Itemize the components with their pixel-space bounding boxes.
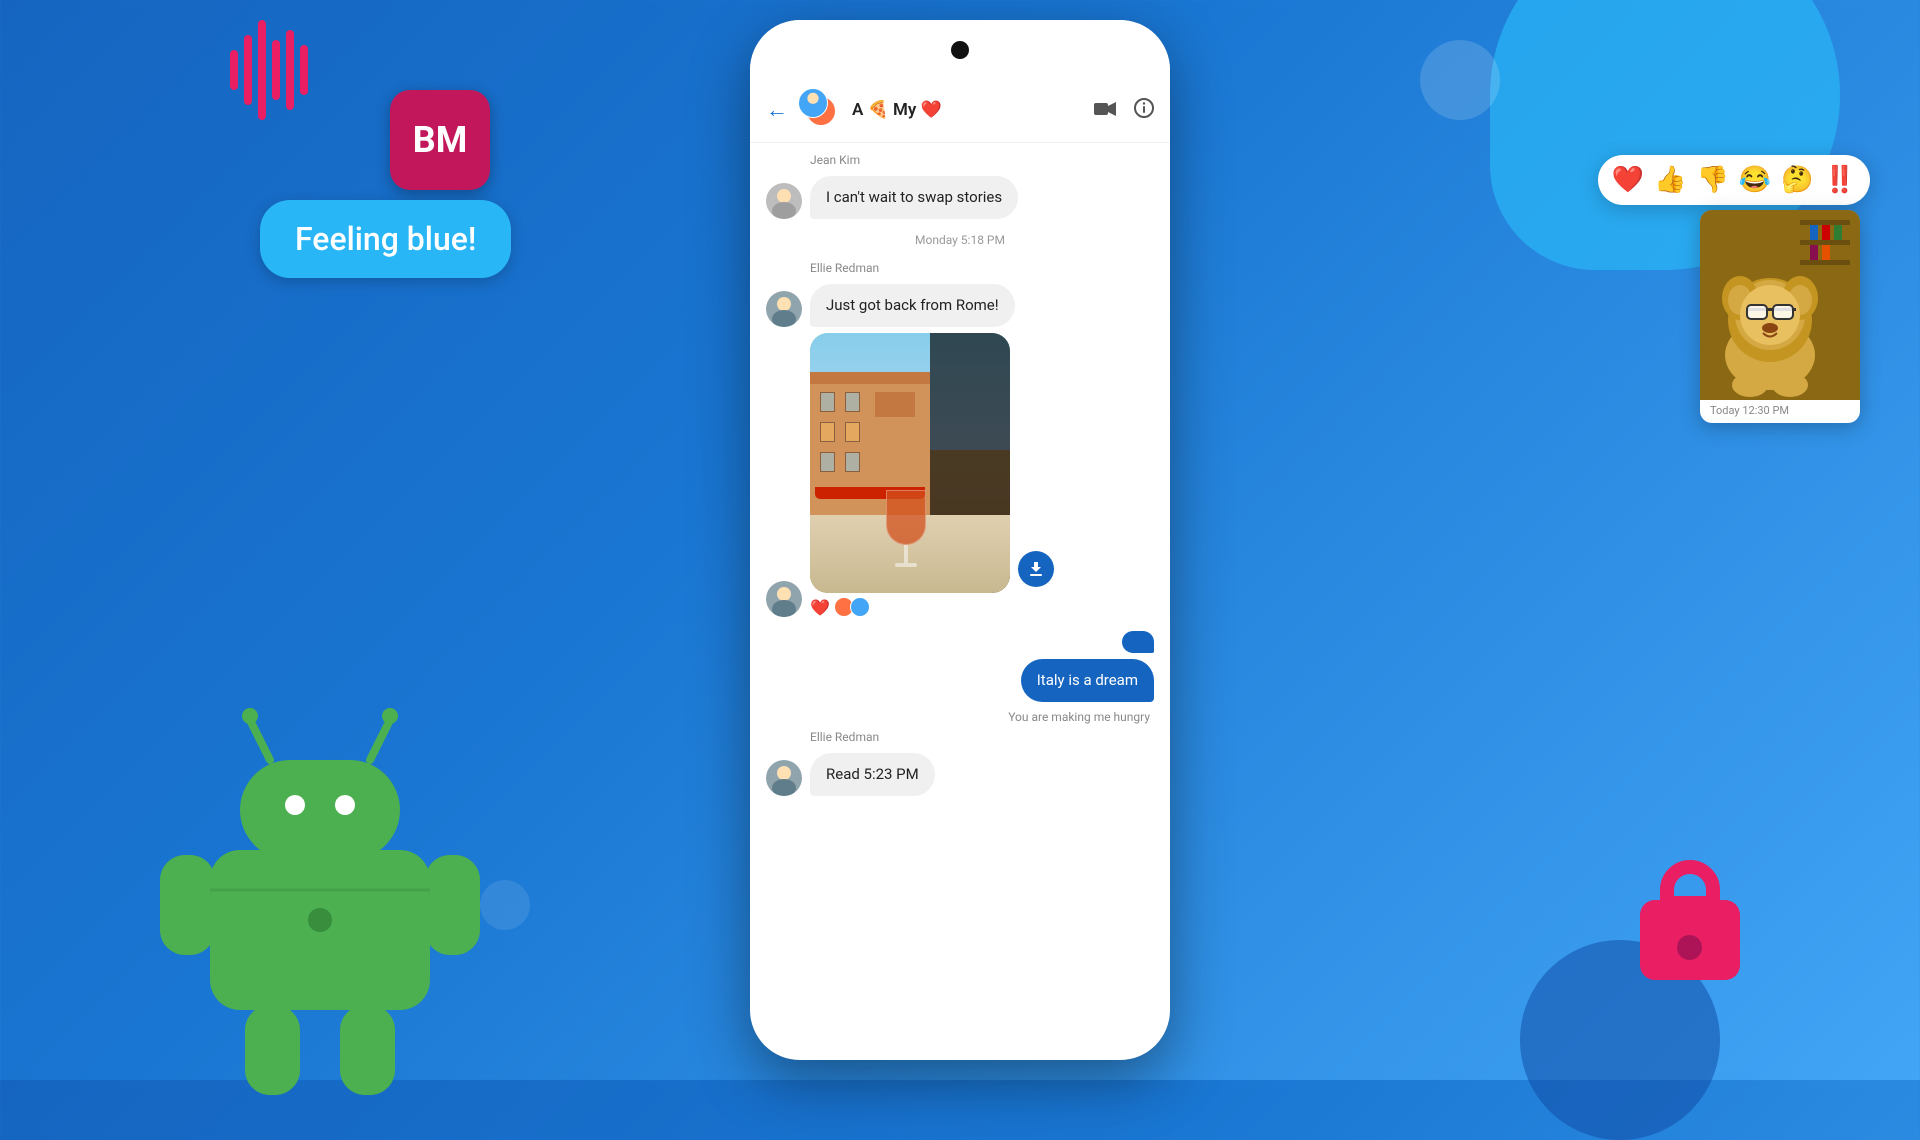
header-group-label: A 🍕 My ❤️ [852, 100, 942, 120]
photo-message: ❤️ [810, 333, 1010, 617]
bubble-jean-kim: I can't wait to swap stories [810, 176, 1018, 219]
chat-body: Jean Kim I can't wait to swap stories Mo… [750, 143, 1170, 1060]
emoji-think[interactable]: 🤔 [1781, 165, 1813, 195]
sound-bar-6 [300, 45, 308, 95]
emoji-thumbs-up[interactable]: 👍 [1654, 165, 1686, 195]
header-avatar-group: A 🍕 My ❤️ [798, 88, 1094, 132]
emoji-heart[interactable]: ❤️ [1612, 165, 1644, 195]
message-row-2: Just got back from Rome! [766, 284, 1154, 327]
bubble-italy-dream [1122, 631, 1154, 653]
sound-bar-1 [230, 50, 238, 90]
deco-circle-top [1420, 40, 1500, 120]
dog-photo-image [1700, 210, 1860, 400]
feeling-blue-bubble: Feeling blue! [260, 200, 511, 278]
sound-wave [230, 20, 308, 120]
lock-shape [1640, 860, 1740, 980]
read-receipt: You are making me hungry [766, 710, 1150, 724]
bubble-pasta: Read 5:23 PM [810, 753, 935, 796]
bottom-spacer [766, 802, 1154, 822]
avatar-front [798, 88, 828, 118]
bm-app-icon: BM [390, 90, 490, 190]
bm-icon-text: BM [413, 119, 468, 161]
photo-scene [810, 333, 1010, 593]
info-icon[interactable] [1134, 98, 1154, 123]
emoji-thumbs-down[interactable]: 👎 [1697, 165, 1729, 195]
video-call-icon[interactable] [1094, 98, 1116, 123]
sender-jean-kim: Jean Kim [810, 153, 1154, 167]
photo-bubble [810, 333, 1010, 593]
message-row-pasta: Read 5:23 PM [766, 753, 1154, 796]
sound-bar-5 [286, 30, 294, 110]
msg-text-pasta: Read 5:23 PM [826, 765, 919, 783]
phone-notch [750, 20, 1170, 80]
chat-header: ← A 🍕 My ❤️ [750, 80, 1170, 143]
message-row-sent-2: Italy is a dream [766, 659, 1154, 702]
lock-body [1640, 900, 1740, 980]
message-row-photo: ❤️ [766, 333, 1154, 617]
sound-bar-2 [244, 35, 252, 105]
phone-camera [951, 41, 969, 59]
lock-keyhole [1677, 935, 1702, 960]
sound-bar-4 [272, 40, 280, 100]
heart-reaction: ❤️ [810, 598, 830, 617]
bubble-ellie-rome: Just got back from Rome! [810, 284, 1015, 327]
timestamp-monday: Monday 5:18 PM [766, 233, 1154, 247]
dog-card-timestamp: Today 12:30 PM [1700, 400, 1860, 423]
msg-text-2: Just got back from Rome! [826, 296, 999, 314]
ellie-redman-avatar-1 [766, 291, 802, 327]
reaction-avatar-2 [850, 597, 870, 617]
msg-text-1: I can't wait to swap stories [826, 188, 1002, 206]
phone-frame: ← A 🍕 My ❤️ [750, 20, 1170, 1060]
sound-bar-3 [258, 20, 266, 120]
dog-photo-card: Today 12:30 PM [1700, 210, 1860, 423]
ellie-redman-avatar-2 [766, 581, 802, 617]
avatar-stack [798, 88, 842, 132]
jean-kim-avatar [766, 183, 802, 219]
reaction-avatars [834, 597, 870, 617]
emoji-laugh[interactable]: 😂 [1739, 165, 1771, 195]
message-row-1: I can't wait to swap stories [766, 176, 1154, 219]
dog-timestamp-text: Today 12:30 PM [1710, 404, 1789, 417]
sender-ellie-redman-2: Ellie Redman [810, 730, 1154, 744]
reaction-row: ❤️ [810, 597, 1010, 617]
header-icons [1094, 98, 1154, 123]
download-button[interactable] [1018, 551, 1054, 587]
sender-ellie-redman-1: Ellie Redman [810, 261, 1154, 275]
ellie-redman-avatar-3 [766, 760, 802, 796]
message-row-sent-1 [766, 631, 1154, 653]
android-robot [150, 690, 490, 1110]
emoji-reaction-bar: ❤️ 👍 👎 😂 🤔 ‼️ [1598, 155, 1870, 205]
cocktail-glass [886, 490, 926, 567]
emoji-exclaim[interactable]: ‼️ [1824, 165, 1856, 195]
msg-text-hungry: Italy is a dream [1037, 671, 1138, 689]
bubble-hungry: Italy is a dream [1021, 659, 1154, 702]
back-button[interactable]: ← [766, 97, 788, 123]
feeling-blue-text: Feeling blue! [295, 220, 476, 258]
